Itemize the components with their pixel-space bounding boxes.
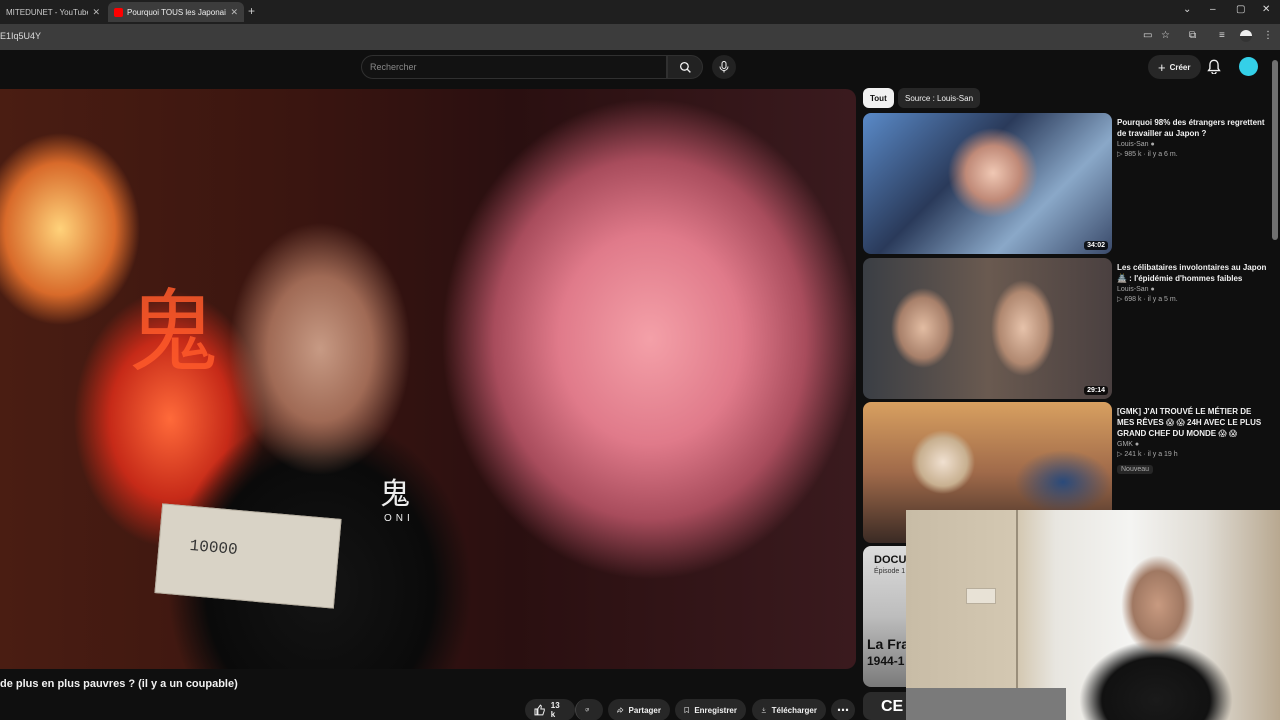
- recommendation-title[interactable]: Les célibataires involontaires au Japon …: [1117, 262, 1267, 284]
- thumbs-up-icon: [534, 704, 545, 716]
- play-icon: ▷: [1117, 296, 1123, 303]
- video-title: de plus en plus pauvres ? (il y a un cou…: [0, 678, 238, 690]
- recommendation-item[interactable]: 29:14 Les célibataires involontaires au …: [863, 258, 1273, 400]
- light-switch: [966, 588, 996, 604]
- search-placeholder: Rechercher: [370, 62, 417, 72]
- youtube-favicon-icon: [114, 7, 123, 17]
- url-field[interactable]: E1Iq5U4Y: [0, 31, 41, 41]
- share-label: Partager: [628, 705, 661, 715]
- channel-name[interactable]: Louis-San ●: [1117, 286, 1267, 293]
- share-icon: [617, 707, 624, 713]
- shirt-text: ONI: [384, 513, 414, 524]
- channel-name[interactable]: GMK ●: [1117, 441, 1267, 448]
- tab-title: Pourquoi TOUS les Japonais so: [127, 7, 226, 17]
- extensions-icon[interactable]: ⧉: [1189, 30, 1196, 41]
- browser-tab-active[interactable]: Pourquoi TOUS les Japonais so ✕: [108, 2, 244, 22]
- webcam-overlay: [906, 510, 1280, 720]
- save-button[interactable]: Enregistrer: [675, 699, 746, 720]
- media-control-icon[interactable]: ≡: [1219, 30, 1225, 41]
- like-button[interactable]: 13 k: [525, 699, 575, 720]
- verified-icon: ●: [1134, 441, 1140, 448]
- thumbnail-text: CE: [881, 698, 904, 715]
- more-horizontal-icon: ⋯: [837, 703, 849, 717]
- banknote-image: 10000: [154, 503, 342, 609]
- desk: [906, 688, 1066, 720]
- video-thumbnail[interactable]: 34:02: [863, 113, 1112, 254]
- share-button[interactable]: Partager: [608, 699, 670, 720]
- search-icon: [679, 61, 691, 73]
- plus-icon[interactable]: +: [248, 4, 255, 18]
- video-meta: ▷ 985 k · il y a 6 m.: [1117, 151, 1178, 158]
- cast-icon[interactable]: ▭: [1143, 30, 1152, 41]
- microphone-icon: [719, 61, 729, 73]
- address-bar: E1Iq5U4Y ▭ ☆ ⧉ ≡ ⋮: [0, 24, 1280, 50]
- tab-title: MITEDUNET - YouTube: [6, 7, 89, 17]
- search-button[interactable]: [667, 55, 703, 79]
- recommendation-title[interactable]: Pourquoi 98% des étrangers regrettent de…: [1117, 117, 1267, 139]
- play-icon: ▷: [1117, 451, 1123, 458]
- thumbnail-text: La Fra: [867, 636, 910, 652]
- more-actions-button[interactable]: ⋯: [831, 699, 855, 720]
- search-input[interactable]: Rechercher: [361, 55, 667, 79]
- browser-tab-bar: MITEDUNET - YouTube ✕ Pourquoi TOUS les …: [0, 0, 1280, 24]
- thumbnail-text: Épisode 1: [874, 568, 906, 575]
- recommendation-info: Pourquoi 98% des étrangers regrettent de…: [1117, 117, 1267, 158]
- thumbnail-text: 1944-1: [867, 654, 905, 668]
- download-icon: [761, 707, 766, 713]
- video-meta: ▷ 698 k · il y a 5 m.: [1117, 296, 1178, 303]
- video-player[interactable]: 鬼 10000 鬼 ONI: [0, 89, 856, 669]
- save-label: Enregistrer: [694, 705, 737, 715]
- youtube-header: Rechercher + Créer: [0, 50, 1280, 84]
- video-thumbnail[interactable]: 29:14: [863, 258, 1112, 399]
- video-actions: 13 k Partager Enregistrer Télécharger ⋯: [0, 699, 856, 720]
- create-button[interactable]: + Créer: [1148, 55, 1201, 79]
- close-icon[interactable]: ✕: [92, 7, 100, 18]
- channel-name[interactable]: Louis-San ●: [1117, 141, 1267, 148]
- minimize-icon[interactable]: –: [1210, 4, 1216, 15]
- download-button[interactable]: Télécharger: [752, 699, 826, 720]
- scrollbar[interactable]: [1272, 60, 1278, 240]
- save-icon: [684, 707, 689, 714]
- maximize-icon[interactable]: ▢: [1236, 4, 1245, 15]
- video-duration: 34:02: [1084, 241, 1108, 250]
- chip-source[interactable]: Source : Louis-San: [898, 88, 981, 108]
- recommendation-info: [GMK] J'AI TROUVÉ LE MÉTIER DE MES RÊVES…: [1117, 406, 1267, 476]
- more-vertical-icon[interactable]: ⋮: [1263, 30, 1273, 41]
- verified-icon: ●: [1150, 141, 1155, 148]
- recommendation-title[interactable]: [GMK] J'AI TROUVÉ LE MÉTIER DE MES RÊVES…: [1117, 406, 1267, 439]
- close-icon[interactable]: ✕: [1262, 4, 1270, 15]
- banknote-value: 10000: [188, 536, 239, 560]
- new-badge: Nouveau: [1117, 465, 1154, 474]
- create-label: Créer: [1169, 62, 1191, 72]
- video-duration: 29:14: [1084, 386, 1108, 395]
- profile-icon[interactable]: [1240, 30, 1252, 42]
- video-meta: ▷ 241 k · il y a 19 h: [1117, 451, 1178, 458]
- shirt-logo: 鬼: [380, 477, 410, 512]
- avatar[interactable]: [1239, 57, 1258, 76]
- star-icon[interactable]: ☆: [1161, 30, 1170, 41]
- download-label: Télécharger: [771, 705, 817, 715]
- voice-search-button[interactable]: [712, 55, 736, 79]
- plus-icon: +: [1158, 59, 1166, 75]
- bell-icon[interactable]: [1207, 59, 1221, 74]
- verified-icon: ●: [1150, 286, 1155, 293]
- play-icon: ▷: [1117, 151, 1123, 158]
- chevron-down-icon[interactable]: ⌄: [1183, 4, 1191, 15]
- like-count: 13 k: [550, 701, 560, 719]
- close-icon[interactable]: ✕: [230, 7, 238, 18]
- thumbs-down-icon: [585, 708, 589, 712]
- chip-all[interactable]: Tout: [863, 88, 894, 108]
- browser-tab[interactable]: MITEDUNET - YouTube ✕: [0, 2, 106, 22]
- dislike-button[interactable]: [575, 699, 603, 720]
- recommendation-info: Les célibataires involontaires au Japon …: [1117, 262, 1267, 303]
- recommendation-item[interactable]: 34:02 Pourquoi 98% des étrangers regrett…: [863, 113, 1273, 255]
- neon-sign: 鬼: [128, 280, 218, 385]
